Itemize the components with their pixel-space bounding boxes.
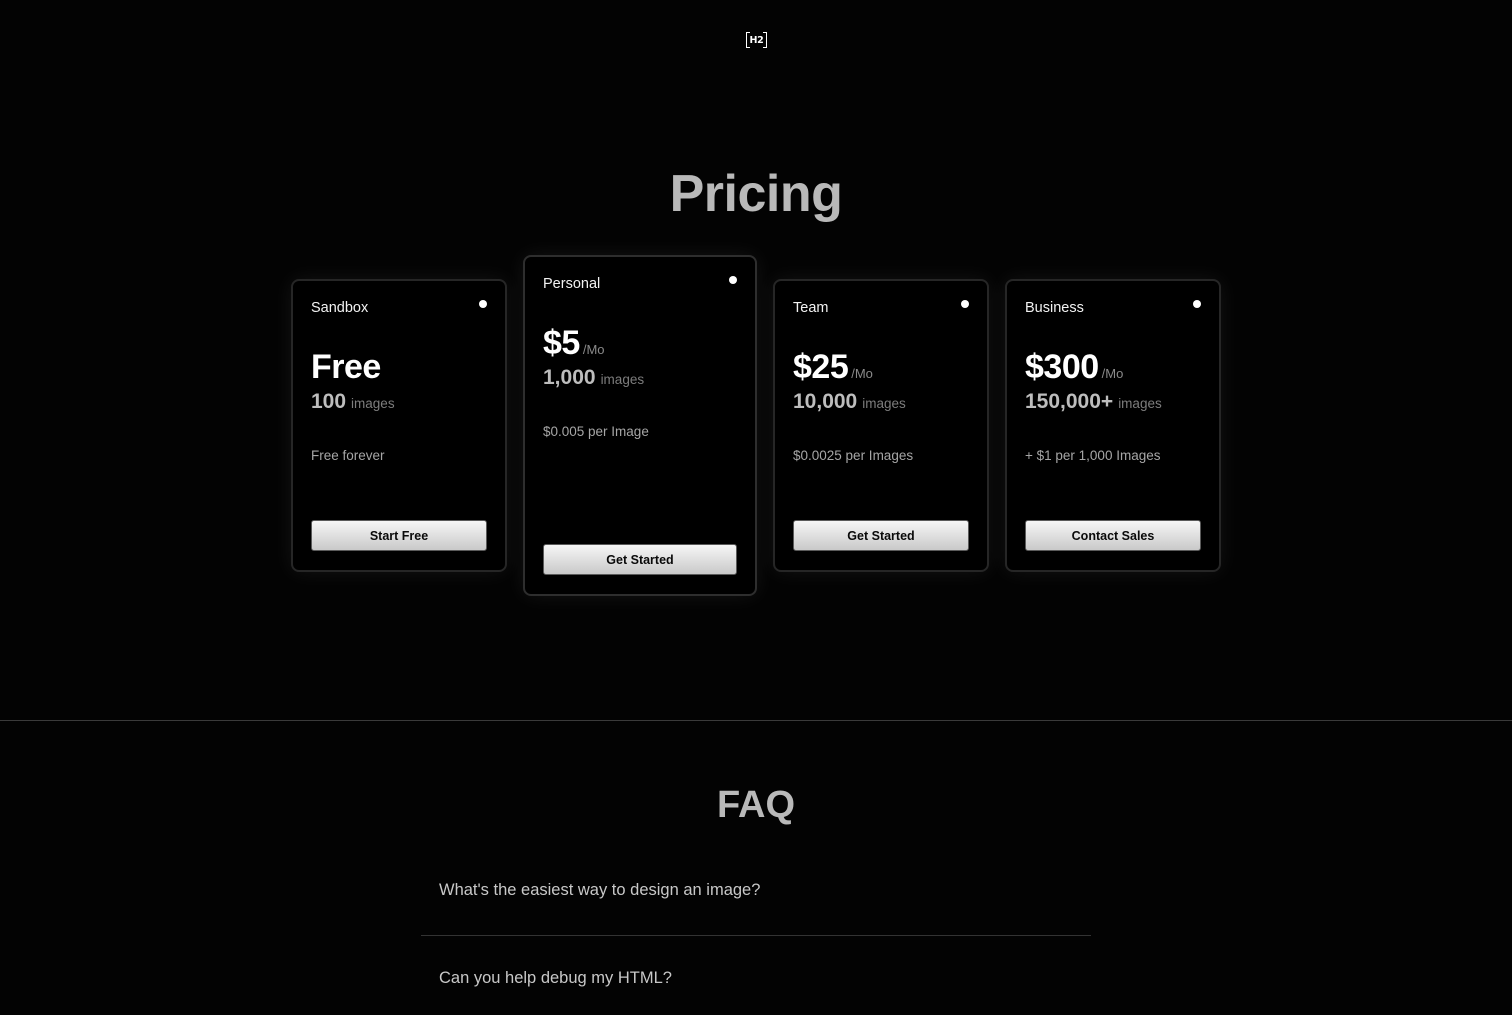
plan-price-unit: /Mo xyxy=(582,342,605,357)
plan-name: Team xyxy=(793,300,829,316)
plan-card-sandbox: Sandbox Free 100 images Free forever Sta… xyxy=(291,279,507,572)
plan-quantity: 100 xyxy=(311,390,347,413)
plan-quantity: 150,000+ xyxy=(1025,390,1114,413)
plan-note: $0.005 per Image xyxy=(543,424,649,439)
plan-quantity-unit: images xyxy=(600,372,645,387)
plan-price-row: $25 /Mo xyxy=(793,348,873,387)
plan-price: Free xyxy=(311,348,381,386)
plan-indicator-dot xyxy=(479,300,487,308)
start-free-button[interactable]: Start Free xyxy=(311,520,487,551)
faq-question: Can you help debug my HTML? xyxy=(439,969,672,987)
plan-name: Sandbox xyxy=(311,300,369,316)
plan-price: $300 xyxy=(1025,348,1099,386)
logo-bracket-left xyxy=(746,32,750,48)
plan-quantity-row: 10,000 images xyxy=(793,390,906,414)
plan-indicator-dot xyxy=(1193,300,1201,308)
plan-note: $0.0025 per Images xyxy=(793,448,914,463)
plan-quantity-row: 1,000 images xyxy=(543,366,644,390)
logo-bracket-right xyxy=(763,32,767,48)
plan-note: Free forever xyxy=(311,448,385,463)
plan-price-row: $300 /Mo xyxy=(1025,348,1123,387)
plan-price: $5 xyxy=(543,324,580,362)
plan-price-row: $5 /Mo xyxy=(543,324,605,363)
get-started-button-personal[interactable]: Get Started xyxy=(543,544,737,575)
pricing-title: Pricing xyxy=(669,165,843,223)
plan-price-row: Free xyxy=(311,348,384,387)
plan-price-unit: /Mo xyxy=(851,366,873,381)
plan-name: Personal xyxy=(543,276,601,292)
faq-title: FAQ xyxy=(716,784,796,826)
plan-name: Business xyxy=(1025,300,1084,316)
plan-note: + $1 per 1,000 Images xyxy=(1025,448,1161,463)
get-started-button-team[interactable]: Get Started xyxy=(793,520,969,551)
contact-sales-button[interactable]: Contact Sales xyxy=(1025,520,1201,551)
brand-logo[interactable]: H2 xyxy=(746,31,767,49)
plan-indicator-dot xyxy=(729,276,737,284)
plan-price-unit: /Mo xyxy=(1101,366,1124,381)
plan-quantity-unit: images xyxy=(351,396,395,411)
faq-question: What's the easiest way to design an imag… xyxy=(439,881,761,899)
plan-card-business: Business $300 /Mo 150,000+ images + $1 p… xyxy=(1005,279,1221,572)
plan-card-team: Team $25 /Mo 10,000 images $0.0025 per I… xyxy=(773,279,989,572)
plan-quantity-row: 150,000+ images xyxy=(1025,390,1162,414)
plan-quantity-unit: images xyxy=(862,396,906,411)
plan-indicator-dot xyxy=(961,300,969,308)
plan-quantity-unit: images xyxy=(1118,396,1162,411)
faq-item[interactable]: Can you help debug my HTML? xyxy=(421,937,1091,1015)
faq-item[interactable]: What's the easiest way to design an imag… xyxy=(421,858,1091,936)
plan-quantity: 1,000 xyxy=(543,366,596,389)
logo-text: H2 xyxy=(749,34,764,46)
section-divider xyxy=(0,720,1512,721)
plan-quantity-row: 100 images xyxy=(311,390,395,414)
plan-quantity: 10,000 xyxy=(793,390,858,413)
plan-card-personal: Personal $5 /Mo 1,000 images $0.005 per … xyxy=(523,255,757,596)
plan-price: $25 xyxy=(793,348,849,386)
